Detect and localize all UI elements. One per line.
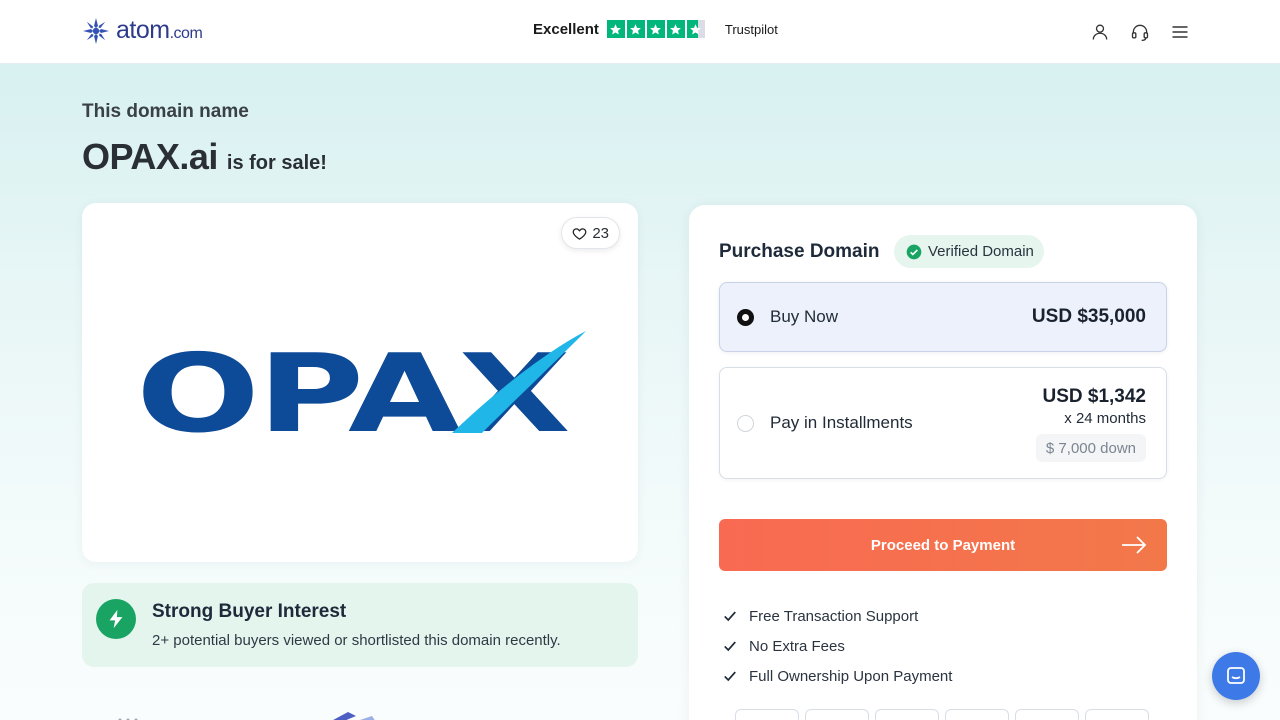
installments-radio[interactable] xyxy=(737,415,754,432)
trustpilot-label: Trustpilot xyxy=(724,21,778,37)
verified-badge: Verified Domain xyxy=(894,235,1044,268)
payment-card-icon xyxy=(805,709,869,720)
payment-card-icon xyxy=(735,709,799,720)
payment-card-icon xyxy=(875,709,939,720)
rating-stars xyxy=(606,20,705,38)
chat-icon xyxy=(1227,667,1245,684)
trust-label: Excellent xyxy=(533,20,599,38)
buy-now-label: Buy Now xyxy=(770,307,839,326)
page-subtitle: This domain name xyxy=(82,101,249,122)
payment-card-icon xyxy=(1085,709,1149,720)
buy-now-price: USD $35,000 xyxy=(1031,306,1146,327)
installments-label: Pay in Installments xyxy=(770,413,913,432)
checkmark-icon xyxy=(724,641,736,652)
buy-now-option[interactable]: Buy Now USD $35,000 xyxy=(719,282,1167,352)
benefit-item: Full Ownership Upon Payment xyxy=(723,661,952,691)
atom-star-icon xyxy=(83,17,109,44)
buyer-interest-banner: Strong Buyer Interest 2+ potential buyer… xyxy=(82,583,638,667)
menu-icon[interactable] xyxy=(1168,20,1192,44)
interest-title: Strong Buyer Interest xyxy=(152,601,347,622)
opax-brand-logo: OPAX xyxy=(136,331,586,443)
star-icon xyxy=(606,20,625,38)
verified-label: Verified Domain xyxy=(928,243,1034,260)
star-icon xyxy=(626,20,645,38)
like-button[interactable]: 23 xyxy=(561,217,620,249)
heart-icon xyxy=(572,227,587,240)
installments-option[interactable]: Pay in Installments USD $1,342 x 24 mont… xyxy=(719,367,1167,479)
trustpilot-rating[interactable]: Excellent Trustpilot xyxy=(533,20,778,38)
star-icon xyxy=(666,20,685,38)
decorative-illustration xyxy=(118,712,375,720)
purchase-panel: Purchase Domain Verified Domain Buy Now … xyxy=(689,205,1197,720)
star-icon xyxy=(646,20,665,38)
proceed-to-payment-button[interactable]: Proceed to Payment xyxy=(719,519,1167,571)
buy-now-radio[interactable] xyxy=(737,309,754,326)
domain-name: OPAX.ai xyxy=(82,136,218,177)
payment-methods xyxy=(735,709,1149,720)
lightning-icon xyxy=(96,599,136,639)
page-title: OPAX.ai is for sale! xyxy=(82,136,327,178)
header-actions xyxy=(1088,20,1192,44)
half-star-icon xyxy=(686,20,705,38)
check-badge-icon xyxy=(906,244,922,259)
installment-price: USD $1,342 xyxy=(1042,386,1146,407)
interest-text: 2+ potential buyers viewed or shortliste… xyxy=(152,632,561,649)
for-sale-text: is for sale! xyxy=(226,152,327,174)
down-payment-badge: $ 7,000 down xyxy=(1035,434,1146,462)
arrow-right-icon xyxy=(1122,536,1147,554)
user-icon[interactable] xyxy=(1088,20,1112,44)
atom-logo[interactable]: atom.com xyxy=(82,16,203,45)
benefits-list: Free Transaction Support No Extra Fees F… xyxy=(723,601,952,691)
benefit-item: Free Transaction Support xyxy=(723,601,952,631)
chat-support-button[interactable] xyxy=(1212,652,1260,700)
proceed-label: Proceed to Payment xyxy=(870,536,1016,554)
domain-logo-card: 23 OPAX xyxy=(82,203,638,562)
logo-wordmark: atom.com xyxy=(116,16,203,44)
headset-icon[interactable] xyxy=(1128,20,1152,44)
payment-card-icon xyxy=(945,709,1009,720)
purchase-title: Purchase Domain xyxy=(719,241,880,262)
like-count: 23 xyxy=(592,224,609,242)
payment-card-icon xyxy=(1015,709,1079,720)
benefit-item: No Extra Fees xyxy=(723,631,952,661)
installment-months: x 24 months xyxy=(1064,410,1146,427)
checkmark-icon xyxy=(724,671,736,682)
top-navbar: atom.com Excellent Trustpilot xyxy=(0,0,1280,64)
checkmark-icon xyxy=(724,611,736,622)
